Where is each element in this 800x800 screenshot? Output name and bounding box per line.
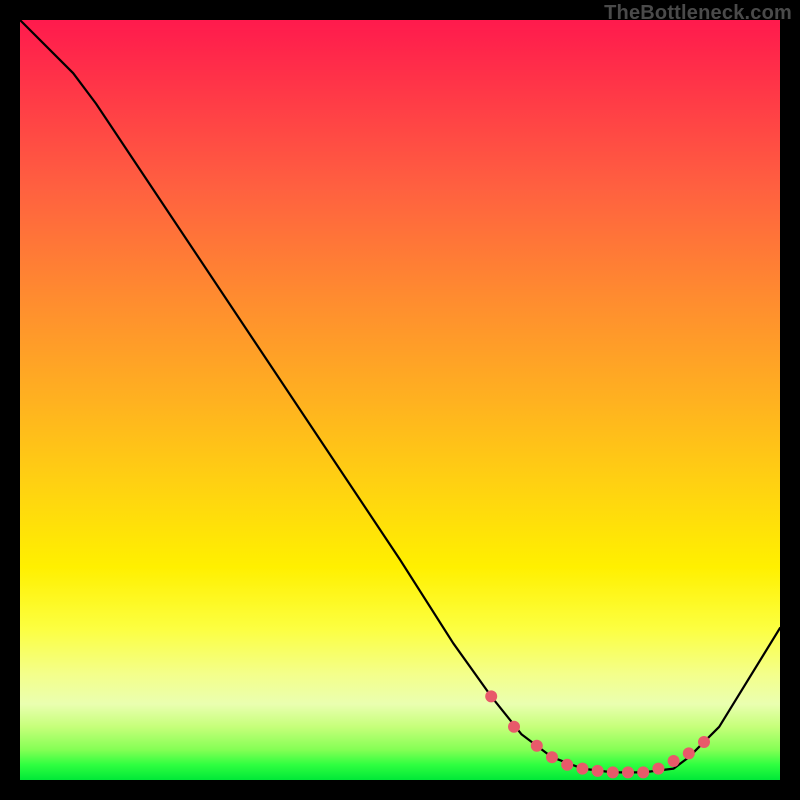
chart-marker-dot [576, 763, 588, 775]
chart-marker-dot [508, 721, 520, 733]
chart-marker-dot [531, 740, 543, 752]
line-chart-svg [20, 20, 780, 780]
chart-marker-dot [637, 766, 649, 778]
chart-markers [485, 690, 710, 778]
chart-marker-dot [561, 759, 573, 771]
chart-marker-dot [485, 690, 497, 702]
plot-area [20, 20, 780, 780]
chart-marker-dot [683, 747, 695, 759]
chart-frame: TheBottleneck.com [0, 0, 800, 800]
chart-line [20, 20, 780, 772]
chart-marker-dot [622, 766, 634, 778]
chart-marker-dot [607, 766, 619, 778]
chart-marker-dot [546, 751, 558, 763]
chart-marker-dot [592, 765, 604, 777]
chart-marker-dot [652, 763, 664, 775]
chart-marker-dot [698, 736, 710, 748]
chart-marker-dot [668, 755, 680, 767]
